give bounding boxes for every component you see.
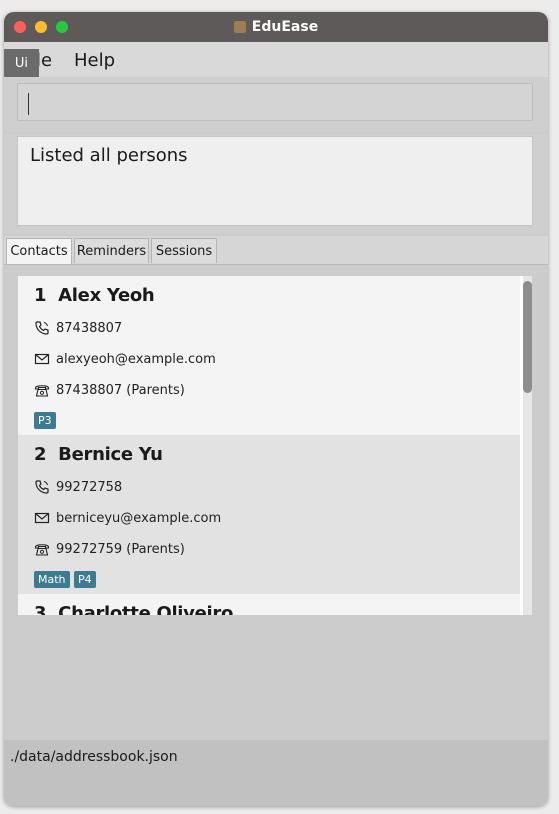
phone-text: 99272758	[56, 479, 123, 495]
title-bar: EduEase	[4, 12, 548, 42]
person-card[interactable]: 3 Charlotte Oliveiro	[18, 594, 520, 615]
phone-row: 87438807	[34, 318, 122, 338]
tab-sessions[interactable]: Sessions	[151, 238, 217, 263]
tag-badge: P3	[34, 412, 56, 429]
email-text: alexyeoh@example.com	[56, 351, 216, 367]
tab-contacts[interactable]: Contacts	[6, 238, 72, 264]
person-name: 2 Bernice Yu	[34, 444, 163, 465]
scrollbar-thumb[interactable]	[523, 281, 532, 393]
menu-help[interactable]: Help	[74, 50, 115, 71]
email-row: alexyeoh@example.com	[34, 349, 216, 369]
window-title-group: EduEase	[4, 12, 548, 42]
person-index: 1	[34, 285, 47, 306]
parent-phone-row: 87438807 (Parents)	[34, 380, 185, 400]
envelope-icon	[34, 512, 50, 524]
person-index: 2	[34, 444, 47, 465]
person-name: 1 Alex Yeoh	[34, 285, 155, 306]
parent-phone-row: 99272759 (Parents)	[34, 539, 185, 559]
tag-badge: P4	[74, 571, 96, 588]
ui-badge: Ui	[4, 49, 39, 77]
email-text: berniceyu@example.com	[56, 510, 222, 526]
phone-icon	[35, 480, 49, 494]
telephone-icon	[34, 385, 50, 397]
text-caret	[28, 93, 29, 115]
scrollbar[interactable]	[523, 276, 532, 615]
person-list[interactable]: 1 Alex Yeoh 87438807 alexyeoh@example.co…	[18, 276, 532, 615]
tab-bar: Contacts Reminders Sessions	[4, 236, 548, 265]
result-display: Listed all persons	[17, 136, 533, 226]
person-name-text: Bernice Yu	[58, 444, 163, 465]
person-card[interactable]: 2 Bernice Yu 99272758 berniceyu@example.…	[18, 435, 520, 594]
phone-icon	[35, 321, 49, 335]
result-display-pane: Listed all persons	[4, 134, 548, 234]
person-name-text: Alex Yeoh	[58, 285, 155, 306]
envelope-icon	[34, 353, 50, 365]
parent-phone-text: 87438807 (Parents)	[56, 382, 185, 398]
person-list-panel: 1 Alex Yeoh 87438807 alexyeoh@example.co…	[4, 265, 548, 740]
app-window: EduEase Ui File Help Listed all persons …	[4, 12, 548, 806]
command-input[interactable]	[17, 83, 533, 121]
tab-reminders[interactable]: Reminders	[74, 238, 149, 263]
parent-phone-text: 99272759 (Parents)	[56, 541, 185, 557]
app-icon	[233, 21, 246, 33]
phone-row: 99272758	[34, 477, 122, 497]
person-card[interactable]: 1 Alex Yeoh 87438807 alexyeoh@example.co…	[18, 276, 520, 435]
person-name-text: Charlotte Oliveiro	[58, 603, 234, 615]
window-title: EduEase	[251, 19, 319, 35]
menu-bar: File Help	[4, 42, 548, 77]
email-row: berniceyu@example.com	[34, 508, 221, 528]
telephone-icon	[34, 544, 50, 556]
status-bar: ./data/addressbook.json	[4, 740, 548, 806]
phone-text: 87438807	[56, 320, 123, 336]
tag-badge: Math	[34, 571, 70, 588]
command-box-pane	[4, 77, 548, 131]
person-name: 3 Charlotte Oliveiro	[34, 603, 233, 615]
save-location-text: ./data/addressbook.json	[10, 749, 178, 765]
person-index: 3	[34, 603, 47, 615]
